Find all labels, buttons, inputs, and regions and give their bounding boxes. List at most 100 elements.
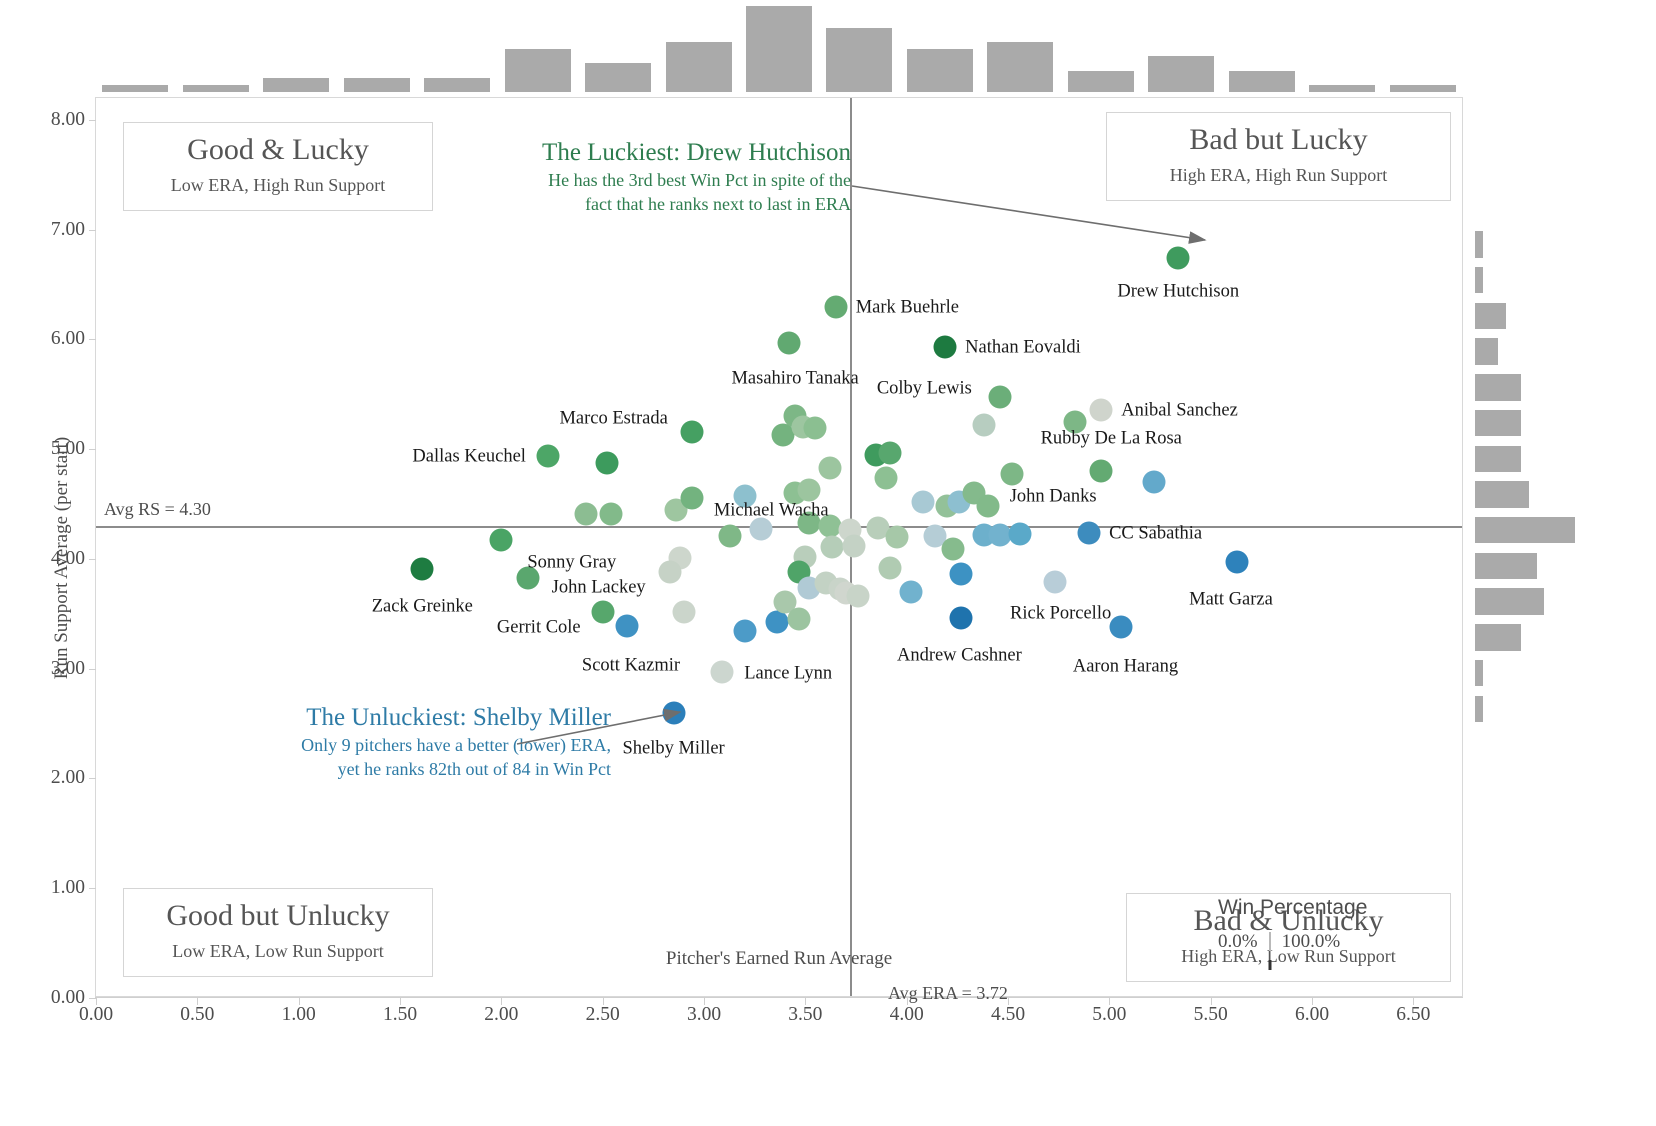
data-point[interactable] <box>899 580 923 604</box>
data-point-rubby-de-la-rosa[interactable] <box>1089 459 1113 483</box>
histogram-bar <box>1475 624 1522 651</box>
data-point-aaron-harang[interactable] <box>1109 615 1133 639</box>
quadrant-subtitle: Low ERA, High Run Support <box>170 174 386 195</box>
x-axis-tick-mark <box>400 998 401 1005</box>
data-point-scott-kazmir[interactable] <box>615 614 639 638</box>
data-point[interactable] <box>765 610 789 634</box>
data-point[interactable] <box>818 456 842 480</box>
x-axis-tick-label: 6.50 <box>1396 1004 1431 1025</box>
data-point[interactable] <box>1008 522 1032 546</box>
data-point[interactable] <box>787 607 811 631</box>
annotation-title: The Unluckiest: Shelby Miller <box>306 704 611 731</box>
data-point-rick-porcello[interactable] <box>1043 570 1067 594</box>
quadrant-subtitle: High ERA, High Run Support <box>1169 164 1388 185</box>
avg-era-label: Avg ERA = 3.72 <box>888 983 1008 1003</box>
data-point[interactable] <box>972 413 996 437</box>
data-point-lance-lynn[interactable] <box>710 660 734 684</box>
data-point[interactable] <box>949 562 973 586</box>
data-point-marco-estrada[interactable] <box>680 420 704 444</box>
data-point-mark-buehrle[interactable] <box>824 295 848 319</box>
x-axis-tick-mark <box>1312 998 1313 1005</box>
point-label-masahiro-tanaka: Masahiro Tanaka <box>731 368 859 389</box>
data-point-shelby-miller[interactable] <box>662 701 686 725</box>
quadrant-title: Good & Lucky <box>187 133 369 166</box>
data-point[interactable] <box>733 619 757 643</box>
data-point[interactable] <box>1000 462 1024 486</box>
data-point-dallas-keuchel[interactable] <box>536 444 560 468</box>
data-point-masahiro-tanaka[interactable] <box>777 331 801 355</box>
histogram-bar <box>1309 84 1376 92</box>
data-point-andrew-cashner[interactable] <box>949 606 973 630</box>
data-point-matt-garza[interactable] <box>1225 550 1249 574</box>
histogram-bar <box>1067 70 1134 92</box>
data-point[interactable] <box>941 537 965 561</box>
data-point[interactable] <box>803 416 827 440</box>
data-point-michael-wacha[interactable] <box>680 486 704 509</box>
data-point[interactable] <box>749 517 773 541</box>
data-point[interactable] <box>718 524 742 548</box>
data-point-gerrit-cole[interactable] <box>591 600 615 624</box>
data-point-nathan-eovaldi[interactable] <box>933 335 957 359</box>
data-point[interactable] <box>820 535 844 559</box>
x-axis-tick-mark <box>805 998 807 1005</box>
data-point[interactable] <box>878 441 902 464</box>
data-point-zack-greinke[interactable] <box>410 557 434 581</box>
point-label-rubby-de-la-rosa: Rubby De La Rosa <box>1040 428 1182 449</box>
x-axis-tick-mark <box>197 998 199 1005</box>
color-legend: Win Percentage 0.0% 100.0% <box>1218 896 1367 970</box>
histogram-bar <box>1475 231 1483 258</box>
y-axis-tick-mark <box>89 668 96 670</box>
data-point-drew-hutchison[interactable] <box>1166 246 1190 270</box>
x-axis-tick-mark <box>96 998 97 1005</box>
histogram-bar <box>1475 695 1483 722</box>
annotation-line-1: Only 9 pitchers have a better (lower) ER… <box>301 735 611 755</box>
data-point-john-danks[interactable] <box>976 494 1000 518</box>
annotation-line-1: He has the 3rd best Win Pct in spite of … <box>548 170 851 190</box>
data-point[interactable] <box>911 490 935 514</box>
data-point[interactable] <box>874 466 898 490</box>
histogram-bar <box>585 63 652 92</box>
data-point[interactable] <box>1142 470 1166 494</box>
data-point-colby-lewis[interactable] <box>988 385 1012 409</box>
x-axis-title: Pitcher's Earned Run Average <box>665 948 893 969</box>
x-axis-tick-mark <box>298 998 300 1005</box>
histogram-bar <box>102 84 169 92</box>
data-point[interactable] <box>797 478 821 502</box>
point-label-john-danks: John Danks <box>1009 486 1097 507</box>
point-label-lance-lynn: Lance Lynn <box>744 663 833 684</box>
histogram-bar <box>987 41 1054 92</box>
point-label-zack-greinke: Zack Greinke <box>371 596 473 617</box>
data-point-cc-sabathia[interactable] <box>1077 521 1101 545</box>
data-point[interactable] <box>658 560 682 584</box>
point-label-nathan-eovaldi: Nathan Eovaldi <box>965 337 1081 358</box>
data-point[interactable] <box>846 584 870 608</box>
histogram-bar <box>1475 267 1483 294</box>
histogram-bar <box>746 6 812 92</box>
data-point[interactable] <box>842 534 866 558</box>
data-point[interactable] <box>885 525 909 549</box>
histogram-bar <box>1475 374 1522 401</box>
data-point[interactable] <box>599 502 623 526</box>
y-axis-tick-mark <box>89 339 96 341</box>
x-axis-line <box>95 997 1463 998</box>
x-axis-tick-label: 5.50 <box>1193 1004 1228 1025</box>
histogram-bar <box>1475 409 1522 437</box>
annotation-luckiest: The Luckiest: Drew Hutchison He has the … <box>436 138 851 217</box>
data-point[interactable] <box>595 451 619 475</box>
y-axis-tick-mark <box>89 558 96 560</box>
data-point[interactable] <box>574 502 598 526</box>
histogram-bar <box>1475 445 1522 472</box>
data-point-anibal-sanchez[interactable] <box>1089 398 1113 422</box>
right-marginal-histogram <box>1475 97 1651 997</box>
avg-rs-label: Avg RS = 4.30 <box>104 499 211 520</box>
histogram-bar <box>424 77 491 92</box>
scatter-plot-area: 0.00 1.00 2.00 3.00 4.00 5.00 6.00 7.00 8.00 0.0… <box>51 97 1463 1025</box>
data-point-sonny-gray[interactable] <box>489 528 513 552</box>
annotation-unluckiest: The Unluckiest: Shelby Miller Only 9 pit… <box>186 703 611 782</box>
histogram-bar <box>504 49 571 92</box>
data-point[interactable] <box>878 556 902 580</box>
data-point[interactable] <box>672 600 696 624</box>
point-label-john-lackey: John Lackey <box>551 577 646 598</box>
x-axis-tick-label: 5.00 <box>1092 1004 1127 1025</box>
histogram-bar <box>1389 84 1456 92</box>
